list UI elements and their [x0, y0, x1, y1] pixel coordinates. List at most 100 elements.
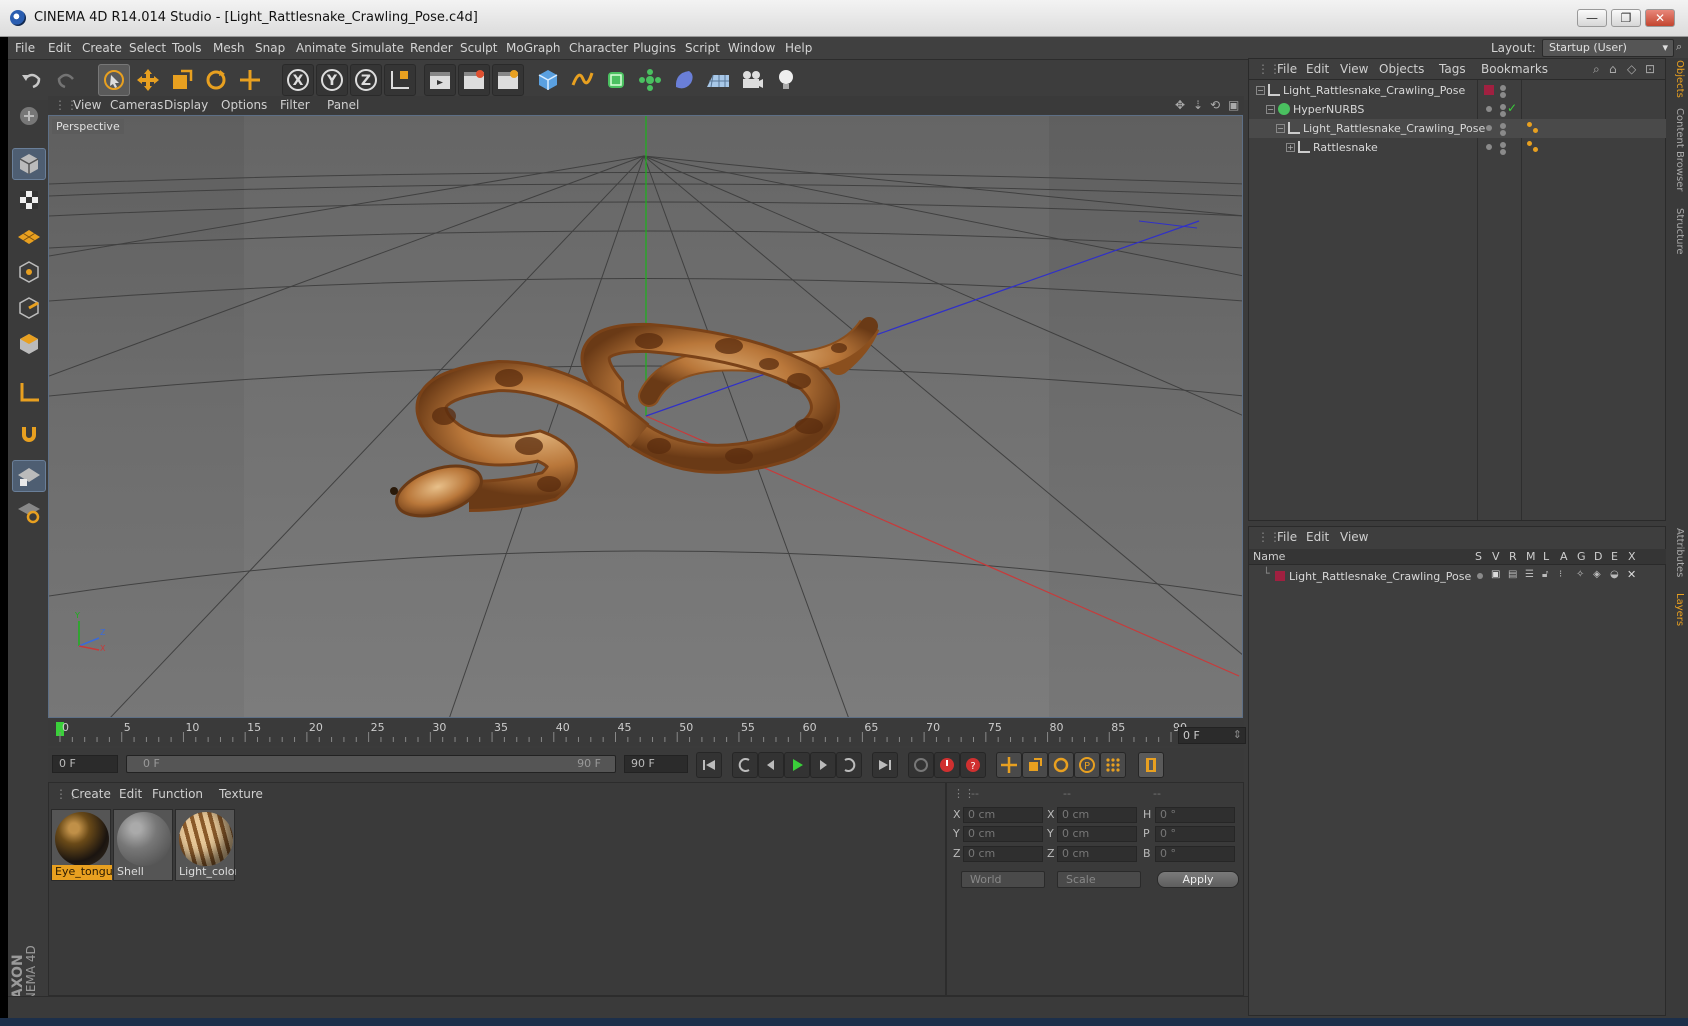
- previous-frame-button[interactable]: [758, 752, 784, 778]
- editor-visibility-dot[interactable]: [1500, 104, 1506, 110]
- material-shell[interactable]: Shell: [113, 809, 173, 881]
- end-frame-field[interactable]: 90 F: [624, 755, 688, 773]
- add-nurbs-button[interactable]: [600, 64, 632, 96]
- record-parameter-button[interactable]: P: [1074, 752, 1100, 778]
- next-key-button[interactable]: [836, 752, 862, 778]
- objects-menu-tags[interactable]: Tags: [1439, 62, 1466, 76]
- size-z-field[interactable]: 0 cm: [1057, 846, 1137, 862]
- menu-plugins[interactable]: Plugins: [633, 41, 676, 55]
- tag-icon[interactable]: [1533, 147, 1538, 152]
- points-mode-button[interactable]: [12, 256, 46, 288]
- start-frame-field[interactable]: 0 F: [52, 755, 118, 773]
- rotate-view-icon[interactable]: ⟲: [1210, 98, 1220, 112]
- collapse-toggle-icon[interactable]: −: [1256, 86, 1265, 95]
- size-y-field[interactable]: 0 cm: [1057, 826, 1137, 842]
- expression-icon[interactable]: ◒: [1610, 569, 1619, 580]
- menu-character[interactable]: Character: [569, 41, 628, 55]
- object-row[interactable]: − Light_Rattlesnake_Crawling_Pose: [1249, 119, 1667, 138]
- add-array-button[interactable]: [634, 64, 666, 96]
- viewport-menu-cameras[interactable]: Cameras: [110, 98, 163, 112]
- add-environment-button[interactable]: [702, 64, 734, 96]
- material-menu-edit[interactable]: Edit: [119, 787, 142, 801]
- objects-menu-view[interactable]: View: [1340, 62, 1368, 76]
- viewport-menu-panel[interactable]: Panel: [327, 98, 359, 112]
- material-eye-tongue[interactable]: Eye_tongu: [51, 809, 112, 881]
- add-deformer-button[interactable]: [668, 64, 700, 96]
- add-camera-button[interactable]: [736, 64, 768, 96]
- menu-select[interactable]: Select: [129, 41, 166, 55]
- maximize-view-icon[interactable]: ▣: [1228, 98, 1239, 112]
- add-light-button[interactable]: [770, 64, 802, 96]
- coordinate-space-dropdown[interactable]: World: [961, 871, 1045, 888]
- xref-icon[interactable]: ✕: [1627, 568, 1636, 581]
- pos-x-field[interactable]: 0 cm: [963, 807, 1043, 823]
- y-axis-lock-button[interactable]: Y: [316, 64, 348, 96]
- layer-col-deformers[interactable]: D: [1594, 550, 1602, 563]
- object-row[interactable]: + Rattlesnake: [1249, 138, 1667, 157]
- object-row[interactable]: − HyperNURBS ✓: [1249, 100, 1667, 119]
- redo-button[interactable]: [50, 64, 82, 96]
- record-point-level-button[interactable]: [1100, 752, 1126, 778]
- material-menu-function[interactable]: Function: [152, 787, 203, 801]
- tab-objects[interactable]: Objects: [1669, 60, 1685, 98]
- perspective-viewport[interactable]: Perspective Y Z X: [48, 115, 1243, 718]
- layer-col-animation[interactable]: A: [1560, 550, 1568, 563]
- lock-icon[interactable]: 🔓︎: [1542, 569, 1548, 580]
- layers-menu-edit[interactable]: Edit: [1306, 530, 1329, 544]
- undo-button[interactable]: [16, 64, 48, 96]
- menu-script[interactable]: Script: [685, 41, 720, 55]
- viewport-camera-label[interactable]: Perspective: [52, 119, 124, 134]
- menu-edit[interactable]: Edit: [48, 41, 71, 55]
- layer-col-locked[interactable]: L: [1543, 550, 1549, 563]
- search-icon[interactable]: ⌕: [1593, 62, 1600, 77]
- menu-help[interactable]: Help: [785, 41, 812, 55]
- scale-tool-button[interactable]: [166, 64, 198, 96]
- objects-menu-objects[interactable]: Objects: [1379, 62, 1424, 76]
- generator-icon[interactable]: ✧: [1576, 569, 1584, 580]
- layer-col-generators[interactable]: G: [1577, 550, 1586, 563]
- layer-row[interactable]: └ Light_Rattlesnake_Crawling_Pose ▣ ▤ ☰ …: [1249, 567, 1667, 586]
- go-to-end-button[interactable]: [872, 752, 898, 778]
- menu-sculpt[interactable]: Sculpt: [460, 41, 497, 55]
- menu-animate[interactable]: Animate: [296, 41, 346, 55]
- material-light-color[interactable]: Light_color: [175, 809, 236, 881]
- new-window-icon[interactable]: ⊡: [1645, 62, 1655, 76]
- menu-simulate[interactable]: Simulate: [351, 41, 404, 55]
- workplane-lock-button[interactable]: [12, 460, 46, 492]
- material-menu-texture[interactable]: Texture: [219, 787, 263, 801]
- apply-button[interactable]: Apply: [1157, 871, 1239, 888]
- move-view-icon[interactable]: ✥: [1175, 98, 1185, 112]
- solo-toggle-icon[interactable]: [1477, 573, 1483, 579]
- coordinate-system-button[interactable]: [384, 64, 416, 96]
- menu-render[interactable]: Render: [410, 41, 453, 55]
- menu-snap[interactable]: Snap: [255, 41, 285, 55]
- layout-dropdown[interactable]: Startup (User) ▾: [1542, 39, 1674, 57]
- tag-icon[interactable]: [1527, 141, 1532, 146]
- manager-icon[interactable]: ☰: [1525, 569, 1534, 580]
- collapse-toggle-icon[interactable]: −: [1266, 105, 1275, 114]
- live-selection-button[interactable]: [98, 64, 130, 96]
- animation-icon[interactable]: ⁝: [1559, 569, 1562, 580]
- previous-key-button[interactable]: [732, 752, 758, 778]
- render-visibility-dot[interactable]: [1500, 130, 1506, 136]
- editor-visibility-dot[interactable]: [1500, 85, 1506, 91]
- x-axis-lock-button[interactable]: X: [282, 64, 314, 96]
- next-frame-button[interactable]: [810, 752, 836, 778]
- up-arrow-icon[interactable]: ◇: [1627, 62, 1636, 76]
- layer-color-swatch[interactable]: [1275, 571, 1285, 581]
- pos-y-field[interactable]: 0 cm: [963, 826, 1043, 842]
- layer-col-expressions[interactable]: E: [1611, 550, 1618, 563]
- edges-mode-button[interactable]: [12, 292, 46, 324]
- render-picture-viewer-button[interactable]: [458, 64, 490, 96]
- expand-toggle-icon[interactable]: +: [1286, 143, 1295, 152]
- editor-visibility-dot[interactable]: [1500, 142, 1506, 148]
- render-icon[interactable]: ▤: [1508, 569, 1517, 580]
- texture-mode-button[interactable]: [12, 184, 46, 216]
- motion-record-button[interactable]: [908, 752, 934, 778]
- make-editable-button[interactable]: [12, 100, 46, 132]
- menu-file[interactable]: File: [15, 41, 35, 55]
- tag-icon[interactable]: [1527, 122, 1532, 127]
- rot-p-field[interactable]: 0 °: [1155, 826, 1235, 842]
- record-scale-button[interactable]: [1022, 752, 1048, 778]
- eye-icon[interactable]: ▣: [1491, 569, 1500, 580]
